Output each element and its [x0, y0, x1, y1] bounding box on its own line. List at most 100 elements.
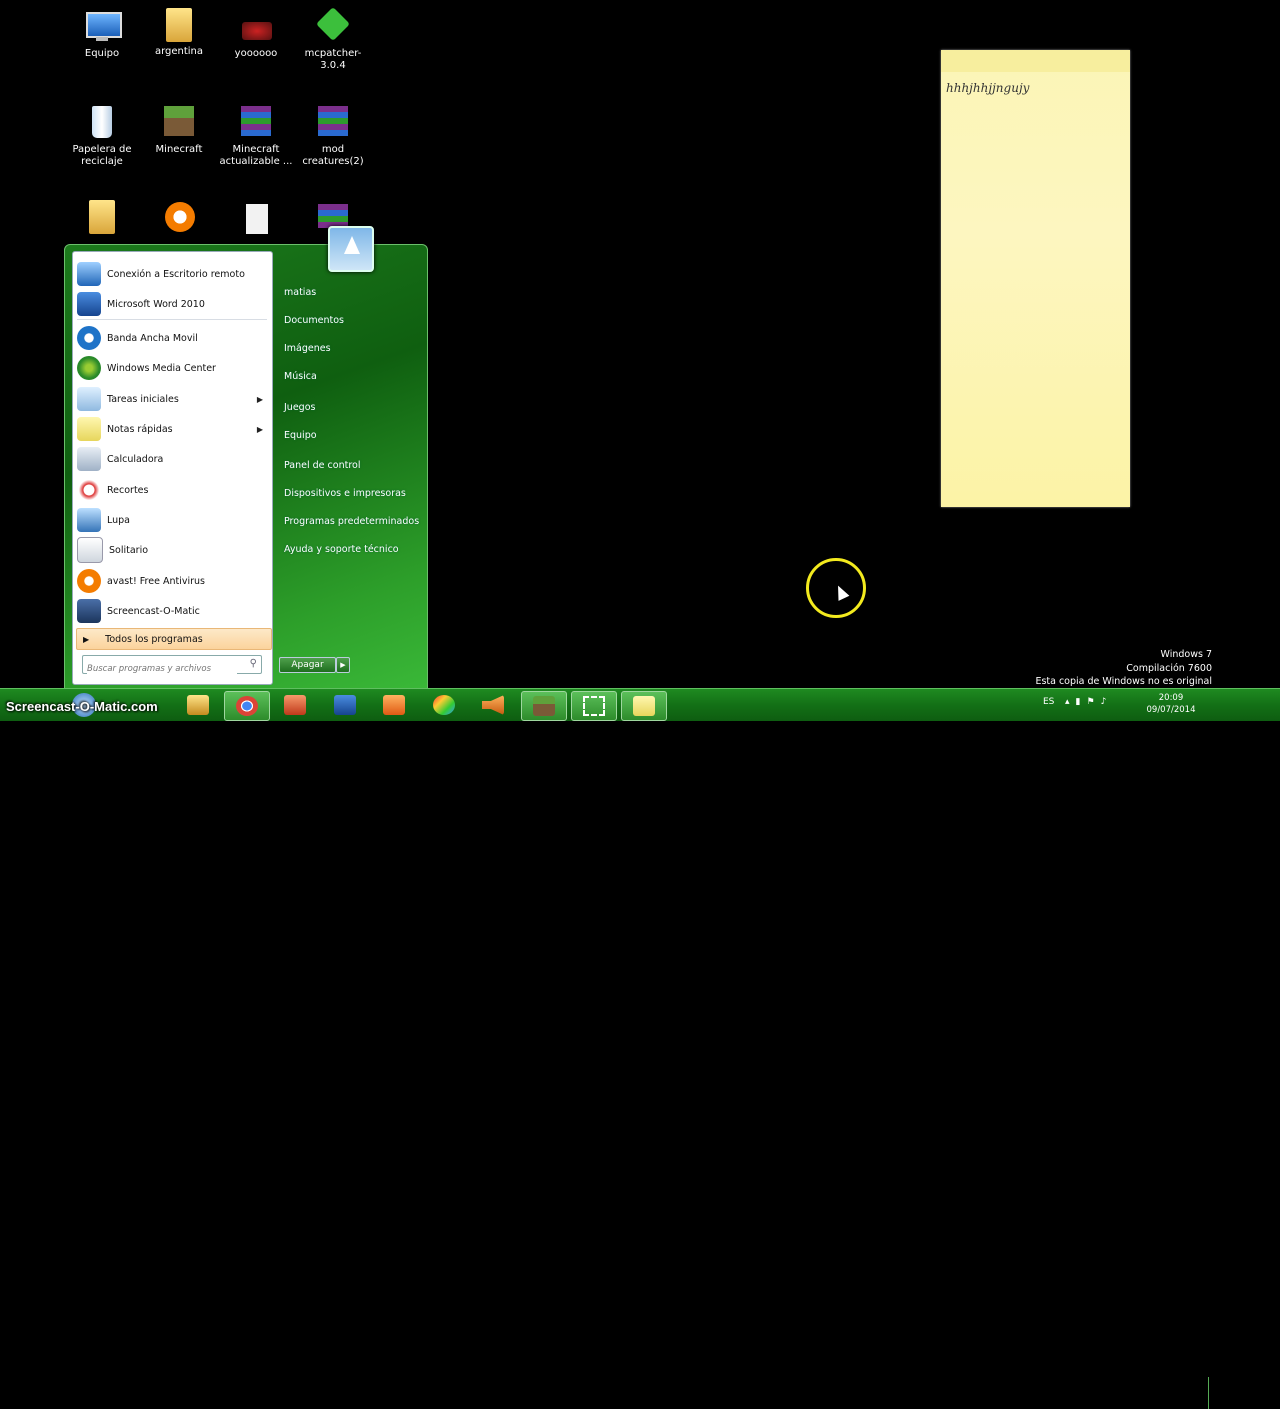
clock-time: 20:09 — [1158, 693, 1184, 703]
all-programs-button[interactable]: ▶ Todos los programas — [76, 628, 272, 650]
program-avast[interactable]: avast! Free Antivirus — [75, 567, 269, 595]
chrome-icon — [236, 696, 258, 716]
sticky-notes-icon — [77, 417, 101, 441]
taskbar-word[interactable] — [323, 691, 367, 719]
program-label: Microsoft Word 2010 — [107, 298, 205, 310]
program-banda-ancha[interactable]: Banda Ancha Movil — [75, 324, 269, 352]
network-icon[interactable]: ▮ — [1076, 697, 1087, 707]
taskbar-sticky-notes[interactable] — [621, 691, 667, 721]
desktop-icon-avast[interactable] — [141, 200, 217, 240]
desktop-icon-mcpatcher[interactable]: mcpatcher-3.0.4 — [295, 7, 371, 72]
explorer-icon — [187, 695, 209, 715]
link-equipo[interactable]: Equipo — [284, 430, 317, 441]
program-word[interactable]: Microsoft Word 2010 — [75, 290, 269, 318]
windows-notice: Windows 7 Compilación 7600 Esta copia de… — [1035, 648, 1212, 689]
desktop-icon-equipo[interactable]: Equipo — [64, 8, 140, 60]
link-ayuda[interactable]: Ayuda y soporte técnico — [284, 544, 399, 555]
clock[interactable]: 20:09 09/07/2014 — [1146, 692, 1196, 716]
minecraft-icon — [533, 696, 555, 716]
word-icon — [334, 695, 356, 715]
taskbar-powerpoint[interactable] — [273, 691, 317, 719]
magnifier-icon — [77, 508, 101, 532]
all-programs-label: Todos los programas — [105, 633, 203, 645]
program-solitario[interactable]: Solitario — [75, 536, 269, 564]
screencast-icon — [77, 599, 101, 623]
desktop-icon-recycle-bin[interactable]: Papelera de reciclaje — [64, 104, 140, 168]
search-input[interactable] — [87, 661, 237, 677]
snipping-tool-icon — [583, 696, 605, 716]
desktop-icon-label: Minecraft — [155, 144, 203, 155]
document-icon — [238, 200, 274, 236]
program-media-center[interactable]: Windows Media Center — [75, 354, 269, 382]
taskbar-snipping-tool[interactable] — [571, 691, 617, 721]
program-notas-rapidas[interactable]: Notas rápidas ▶ — [75, 415, 269, 443]
desktop-icon-label: Equipo — [84, 48, 120, 59]
program-screencast[interactable]: Screencast-O-Matic — [75, 597, 269, 625]
link-user-folder[interactable]: matias — [284, 287, 316, 298]
program-label: Lupa — [107, 514, 130, 526]
taskbar-paint[interactable] — [422, 691, 466, 719]
link-dispositivos[interactable]: Dispositivos e impresoras — [284, 488, 406, 499]
taskbar-volume-app[interactable] — [471, 691, 515, 719]
desktop-icon-minecraft[interactable]: Minecraft — [141, 104, 217, 156]
desktop-icon-minecraft-actualizable[interactable]: Minecraft actualizable ... — [218, 104, 294, 168]
winrar-icon — [315, 104, 351, 140]
search-box[interactable]: ⚲ — [82, 655, 262, 677]
media-player-icon — [383, 695, 405, 715]
sticky-note[interactable]: hhhjhhjjngujy — [941, 50, 1130, 507]
system-tray[interactable]: ▴▮⚑♪ — [1065, 697, 1112, 707]
desktop-icon-yoooooo[interactable]: yoooooo — [218, 8, 294, 60]
action-center-icon[interactable]: ⚑ — [1086, 697, 1100, 707]
link-musica[interactable]: Música — [284, 371, 317, 382]
media-center-icon — [77, 356, 101, 380]
image-icon — [238, 8, 274, 44]
program-remote-desktop[interactable]: Conexión a Escritorio remoto — [75, 260, 269, 288]
user-picture[interactable] — [328, 226, 374, 272]
program-label: Solitario — [109, 544, 149, 556]
desktop-icon-label: yoooooo — [234, 48, 278, 59]
taskbar-minecraft[interactable] — [521, 691, 567, 721]
sailboat-icon — [344, 236, 360, 254]
volume-icon[interactable]: ♪ — [1101, 697, 1113, 707]
desktop-icon-label: Minecraft actualizable ... — [219, 144, 293, 167]
program-lupa[interactable]: Lupa — [75, 506, 269, 534]
program-label: Recortes — [107, 484, 149, 496]
windows-version: Windows 7 — [1160, 649, 1212, 660]
windows-genuine-warning: Esta copia de Windows no es original — [1035, 676, 1212, 687]
program-label: Calculadora — [107, 453, 164, 465]
screencast-watermark: Screencast-O-Matic.com — [6, 699, 158, 714]
shutdown-button[interactable]: Apagar — [279, 657, 336, 673]
link-imagenes[interactable]: Imágenes — [284, 343, 331, 354]
volume-app-icon — [482, 695, 504, 715]
shutdown-options-arrow-icon[interactable]: ▶ — [336, 657, 350, 673]
program-recortes[interactable]: Recortes — [75, 476, 269, 504]
desktop-icon-label: Papelera de reciclaje — [72, 144, 132, 167]
separator — [77, 319, 267, 320]
solitaire-icon — [77, 537, 103, 563]
desktop-icon-mod-creatures[interactable]: mod creatures(2) — [295, 104, 371, 168]
start-menu: Conexión a Escritorio remoto Microsoft W… — [64, 226, 428, 690]
snipping-tool-icon — [77, 478, 101, 502]
sticky-note-header[interactable] — [941, 50, 1130, 72]
sticky-note-text[interactable]: hhhjhhjjngujy — [946, 81, 1029, 95]
language-indicator[interactable]: ES — [1043, 697, 1054, 707]
submenu-arrow-icon[interactable]: ▶ — [257, 425, 263, 434]
desktop-icon-folder[interactable] — [64, 200, 140, 238]
desktop-icon-document[interactable] — [218, 200, 294, 240]
program-calculadora[interactable]: Calculadora — [75, 445, 269, 473]
program-tareas-iniciales[interactable]: Tareas iniciales ▶ — [75, 385, 269, 413]
desktop-icon-argentina[interactable]: argentina — [141, 8, 217, 58]
show-hidden-icons-icon[interactable]: ▴ — [1065, 697, 1076, 707]
link-programas-predeterminados[interactable]: Programas predeterminados — [284, 516, 419, 527]
submenu-arrow-icon[interactable]: ▶ — [257, 395, 263, 404]
taskbar-chrome[interactable] — [224, 691, 270, 721]
taskbar-media-player[interactable] — [372, 691, 416, 719]
show-desktop-button[interactable] — [1208, 1377, 1221, 1409]
minecraft-icon — [161, 104, 197, 140]
sticky-notes-icon — [633, 696, 655, 716]
paint-icon — [433, 695, 455, 715]
link-juegos[interactable]: Juegos — [284, 402, 315, 413]
link-documentos[interactable]: Documentos — [284, 315, 344, 326]
taskbar-explorer[interactable] — [176, 691, 220, 719]
link-panel-de-control[interactable]: Panel de control — [284, 460, 360, 471]
